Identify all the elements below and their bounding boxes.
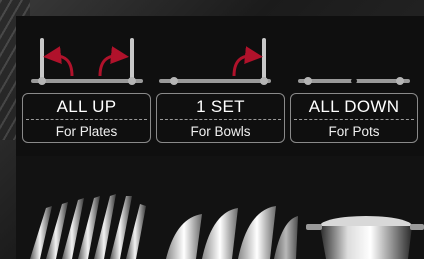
rack-all-up-icon: [31, 38, 143, 85]
dashed-divider: [294, 119, 414, 120]
option-one-set[interactable]: 1 SET For Bowls: [156, 93, 285, 143]
rack-product-photo: [16, 156, 424, 259]
option-subtitle: For Bowls: [190, 124, 251, 139]
dashed-divider: [26, 119, 147, 120]
option-title: 1 SET: [196, 97, 245, 116]
curved-arrow-icon: [43, 46, 74, 77]
option-subtitle: For Pots: [328, 124, 380, 139]
rack-diagrams: [16, 16, 424, 96]
curved-arrow-icon: [98, 46, 129, 77]
dashed-divider: [160, 119, 281, 120]
option-all-up[interactable]: ALL UP For Plates: [22, 93, 151, 143]
rack-all-down-icon: [298, 77, 410, 85]
rack-one-set-icon: [159, 38, 271, 85]
option-all-down[interactable]: ALL DOWN For Pots: [290, 93, 418, 143]
rack-options-panel: ALL UP For Plates 1 SET For Bowls ALL DO…: [16, 16, 424, 259]
option-title: ALL UP: [56, 97, 117, 116]
option-title: ALL DOWN: [308, 97, 400, 116]
option-subtitle: For Plates: [55, 124, 118, 139]
curved-arrow-icon: [232, 46, 263, 77]
